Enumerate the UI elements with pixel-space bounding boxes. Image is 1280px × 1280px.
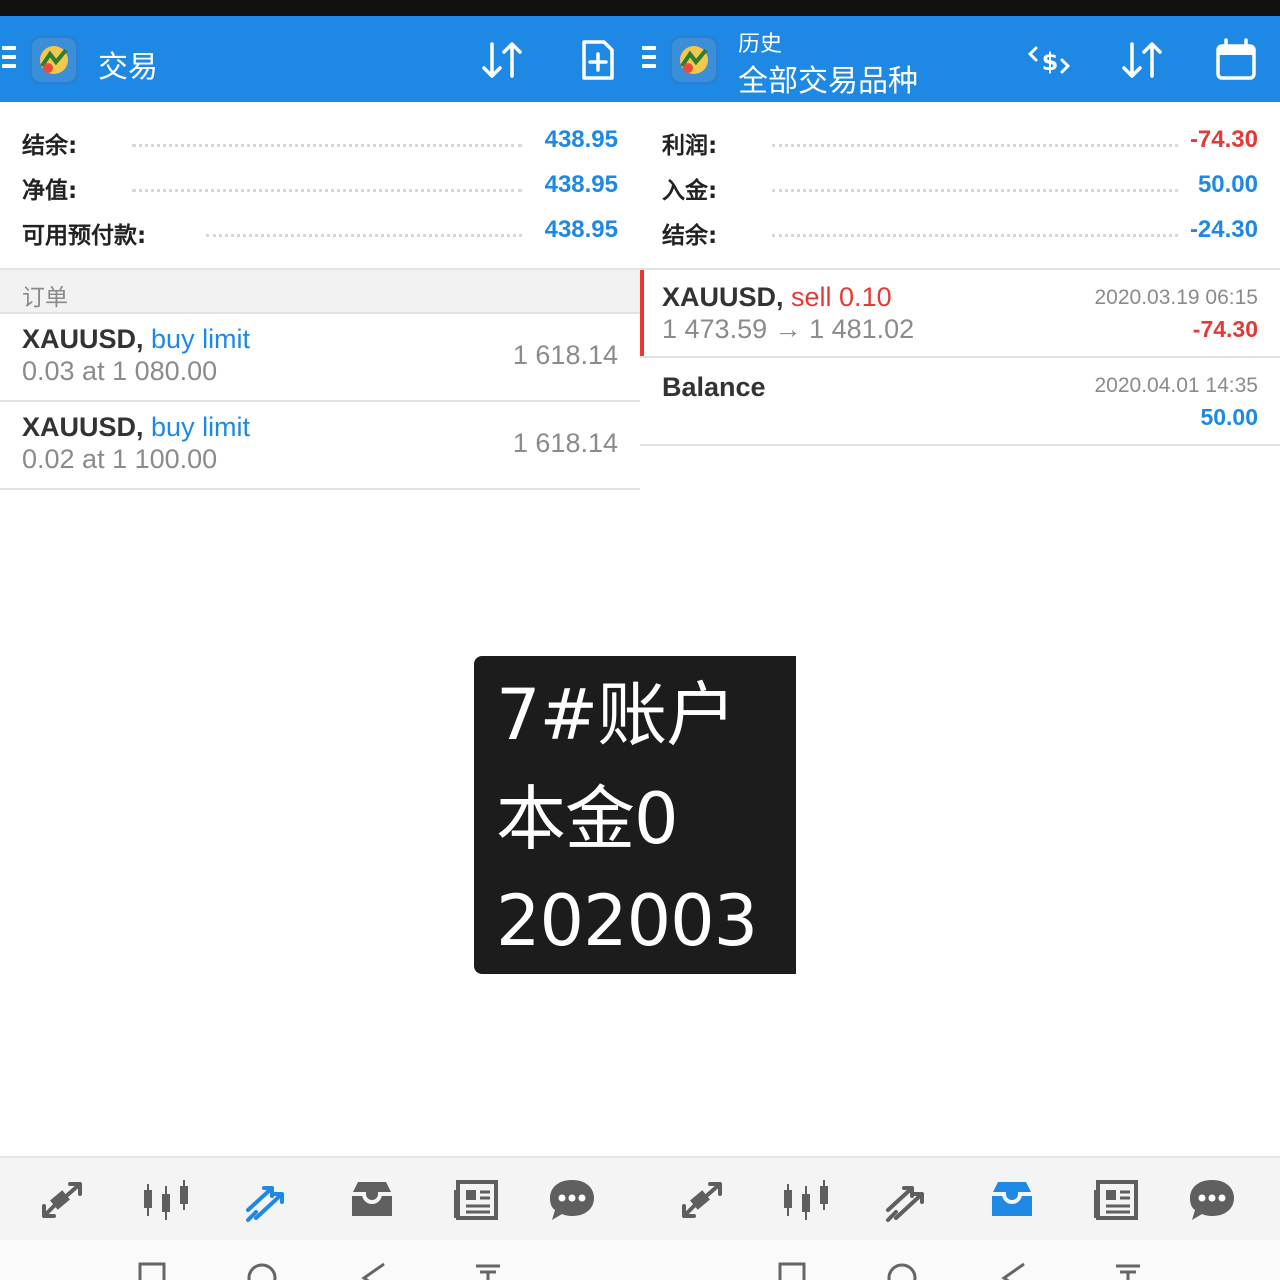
summary-deposit: 入金: 50.00: [662, 171, 1258, 204]
home-icon[interactable]: [244, 1260, 280, 1280]
deal-symbol: XAUUSD,: [662, 282, 784, 312]
news-icon[interactable]: [1090, 1176, 1142, 1224]
chart-icon[interactable]: [780, 1176, 832, 1224]
sort-icon[interactable]: [1118, 38, 1166, 82]
menu-icon[interactable]: [642, 46, 656, 70]
system-nav-bar: [0, 1240, 640, 1280]
summary-balance: 结余: -24.30: [662, 216, 1258, 249]
summary-equity: 净值: 438.95: [22, 171, 618, 204]
quotes-icon[interactable]: [676, 1176, 728, 1224]
summary-profit: 利润: -74.30: [662, 126, 1258, 159]
notification-shade-icon[interactable]: [470, 1260, 506, 1280]
news-icon[interactable]: [450, 1176, 502, 1224]
svg-text:$: $: [1042, 48, 1059, 76]
order-type: buy limit: [151, 412, 251, 442]
metatrader-logo: [670, 36, 718, 84]
recent-apps-icon[interactable]: [774, 1260, 810, 1280]
order-price: 1 618.14: [512, 340, 618, 370]
order-row[interactable]: XAUUSD, buy limit 0.02 at 1 100.00 1 618…: [0, 402, 640, 490]
trade-icon[interactable]: [242, 1176, 294, 1224]
trade-panel: 交易 结余: 438.95 净值: 438.95 可用预付款: 438.95 订…: [0, 16, 640, 1280]
order-detail: 0.02 at 1 100.00: [22, 444, 218, 474]
status-bar: [0, 0, 1280, 16]
overlay-line-account: 7#账户: [496, 674, 736, 756]
app-bar: 历史 全部交易品种 $: [640, 16, 1280, 102]
currency-exchange-icon[interactable]: $: [1026, 38, 1074, 82]
order-symbol: XAUUSD,: [22, 324, 144, 354]
account-label-overlay: 7#账户 本金0 202003: [474, 656, 796, 974]
history-icon[interactable]: [346, 1176, 398, 1224]
recent-apps-icon[interactable]: [134, 1260, 170, 1280]
deal-row[interactable]: XAUUSD, sell 0.10 1 473.59 → 1 481.02 20…: [640, 270, 1280, 358]
order-price: 1 618.14: [512, 428, 618, 458]
deal-time: 2020.04.01 14:35: [1094, 374, 1259, 397]
deal-type: sell 0.10: [791, 282, 892, 312]
page-title: 历史: [738, 32, 783, 57]
deal-profit: 50.00: [1200, 404, 1258, 430]
order-type: buy limit: [151, 324, 251, 354]
symbol-filter[interactable]: 全部交易品种: [738, 56, 918, 100]
new-order-icon[interactable]: [574, 38, 622, 82]
summary-free-margin: 可用预付款: 438.95: [22, 216, 618, 249]
bottom-navigation: [640, 1156, 1280, 1240]
deal-profit: -74.30: [1192, 316, 1258, 342]
home-icon[interactable]: [884, 1260, 920, 1280]
deal-symbol: Balance: [662, 372, 766, 402]
bottom-navigation: [0, 1156, 640, 1240]
overlay-line-principal: 本金0: [496, 778, 679, 860]
back-icon[interactable]: [356, 1260, 392, 1280]
deal-row[interactable]: Balance 2020.04.01 14:35 50.00: [640, 358, 1280, 446]
back-icon[interactable]: [996, 1260, 1032, 1280]
deal-prices: 1 473.59 → 1 481.02: [662, 314, 915, 344]
app-bar: 交易: [0, 16, 640, 102]
calendar-icon[interactable]: [1212, 38, 1260, 82]
system-nav-bar: [640, 1240, 1280, 1280]
chat-icon[interactable]: [1186, 1176, 1238, 1224]
order-symbol: XAUUSD,: [22, 412, 144, 442]
order-row[interactable]: XAUUSD, buy limit 0.03 at 1 080.00 1 618…: [0, 314, 640, 402]
history-icon[interactable]: [986, 1176, 1038, 1224]
chart-icon[interactable]: [140, 1176, 192, 1224]
quotes-icon[interactable]: [36, 1176, 88, 1224]
trade-icon[interactable]: [882, 1176, 934, 1224]
order-detail: 0.03 at 1 080.00: [22, 356, 218, 386]
chat-icon[interactable]: [546, 1176, 598, 1224]
menu-icon[interactable]: [2, 46, 16, 70]
summary-balance: 结余: 438.95: [22, 126, 618, 159]
history-panel: 历史 全部交易品种 $ 利润: -74.30 入金: 50.00 结余: -24…: [640, 16, 1280, 1280]
metatrader-logo: [30, 36, 78, 84]
overlay-line-period: 202003: [496, 880, 758, 962]
loss-marker: [640, 270, 644, 356]
deal-time: 2020.03.19 06:15: [1094, 286, 1259, 309]
page-title: 交易: [98, 50, 158, 85]
notification-shade-icon[interactable]: [1110, 1260, 1146, 1280]
sort-icon[interactable]: [478, 38, 526, 82]
orders-section-header: 订单: [0, 268, 640, 314]
